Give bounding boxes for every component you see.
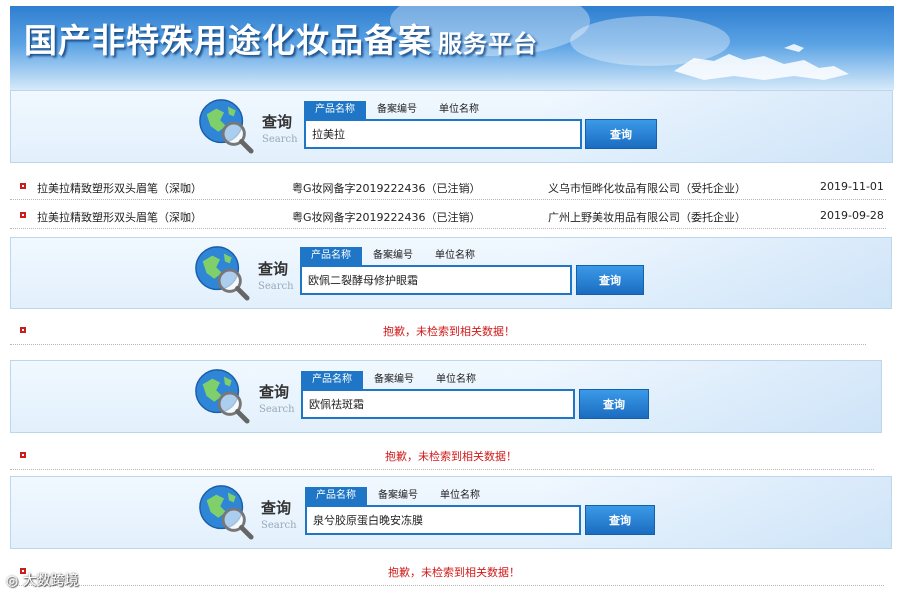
tab-record-number[interactable]: 备案编号 xyxy=(367,487,429,505)
tab-company-name[interactable]: 单位名称 xyxy=(425,371,487,389)
search-label: 查询 Search xyxy=(258,260,294,296)
no-result-row: 抱歉，未检索到相关数据！ xyxy=(10,441,874,470)
search-panel: 查询 Search 产品名称 备案编号 单位名称 查询 xyxy=(10,237,892,309)
no-result-message: 抱歉，未检索到相关数据！ xyxy=(388,566,520,579)
search-input[interactable] xyxy=(301,389,575,419)
watermark-text: 大数跨境 xyxy=(22,573,79,589)
page-title: 国产非特殊用途化妆品备案 服务平台 xyxy=(24,14,538,62)
page-title-sub: 服务平台 xyxy=(438,29,538,58)
tab-product-name[interactable]: 产品名称 xyxy=(305,487,367,505)
result-record-number: 粤G妆网备字2019222436（已注销） xyxy=(292,182,481,195)
search-button[interactable]: 查询 xyxy=(576,265,644,295)
header-banner: 国产非特殊用途化妆品备案 服务平台 xyxy=(10,6,894,90)
watermark: ◎ 大数跨境 xyxy=(6,570,79,590)
search-input[interactable] xyxy=(305,505,581,535)
search-input[interactable] xyxy=(304,119,582,149)
result-record-number: 粤G妆网备字2019222436（已注销） xyxy=(292,211,481,224)
search-label-en: Search xyxy=(258,281,294,292)
tab-record-number[interactable]: 备案编号 xyxy=(362,247,424,265)
no-result-message: 抱歉，未检索到相关数据！ xyxy=(385,450,517,463)
bullet-icon xyxy=(20,452,26,458)
globe-magnifier-icon xyxy=(199,485,254,540)
result-company: 广州上野美妆用品有限公司（委托企业） xyxy=(548,211,746,224)
tab-company-name[interactable]: 单位名称 xyxy=(429,487,491,505)
globe-magnifier-icon xyxy=(199,99,254,154)
no-result-row: 抱歉，未检索到相关数据！ xyxy=(10,557,884,586)
watermark-logo-icon: ◎ xyxy=(6,573,23,589)
tab-record-number[interactable]: 备案编号 xyxy=(366,101,428,119)
search-tabs: 产品名称 备案编号 单位名称 xyxy=(304,101,490,119)
result-company: 义乌市恒晔化妆品有限公司（受托企业） xyxy=(548,182,746,195)
search-input[interactable] xyxy=(300,265,572,295)
world-map-decoration xyxy=(674,44,849,80)
search-panel: 查询 Search 产品名称 备案编号 单位名称 查询 xyxy=(10,360,882,433)
tab-company-name[interactable]: 单位名称 xyxy=(424,247,486,265)
no-result-row: 抱歉，未检索到相关数据！ xyxy=(10,316,866,345)
no-result-message: 抱歉，未检索到相关数据！ xyxy=(383,325,515,338)
search-tabs: 产品名称 备案编号 单位名称 xyxy=(300,247,486,265)
search-label-en: Search xyxy=(259,404,295,415)
tab-company-name[interactable]: 单位名称 xyxy=(428,101,490,119)
search-label-en: Search xyxy=(261,520,297,531)
search-label-cn: 查询 xyxy=(262,113,293,131)
search-tabs: 产品名称 备案编号 单位名称 xyxy=(305,487,491,505)
table-row[interactable]: 拉美拉精致塑形双头眉笔（深咖） 粤G妆网备字2019222436（已注销） 义乌… xyxy=(10,173,886,200)
tab-product-name[interactable]: 产品名称 xyxy=(304,101,366,119)
bullet-icon xyxy=(20,183,26,189)
tab-record-number[interactable]: 备案编号 xyxy=(363,371,425,389)
search-panel: 查询 Search 产品名称 备案编号 单位名称 查询 xyxy=(10,90,893,163)
page-title-main: 国产非特殊用途化妆品备案 xyxy=(24,21,432,60)
bullet-icon xyxy=(20,327,26,333)
search-button[interactable]: 查询 xyxy=(579,389,649,419)
search-label-cn: 查询 xyxy=(258,260,289,278)
search-button[interactable]: 查询 xyxy=(585,505,655,535)
result-date: 2019-09-28 xyxy=(820,209,884,222)
result-product[interactable]: 拉美拉精致塑形双头眉笔（深咖） xyxy=(37,180,202,196)
globe-magnifier-icon xyxy=(195,246,250,301)
globe-magnifier-icon xyxy=(195,369,250,424)
search-panel: 查询 Search 产品名称 备案编号 单位名称 查询 xyxy=(10,476,892,549)
search-button[interactable]: 查询 xyxy=(585,119,657,149)
table-row[interactable]: 拉美拉精致塑形双头眉笔（深咖） 粤G妆网备字2019222436（已注销） 广州… xyxy=(10,202,886,229)
search-label: 查询 Search xyxy=(259,383,295,419)
result-date: 2019-11-01 xyxy=(820,180,884,193)
tab-product-name[interactable]: 产品名称 xyxy=(301,371,363,389)
search-label-en: Search xyxy=(262,134,298,145)
result-product[interactable]: 拉美拉精致塑形双头眉笔（深咖） xyxy=(37,209,202,225)
search-label: 查询 Search xyxy=(261,499,297,535)
bullet-icon xyxy=(20,212,26,218)
search-label-cn: 查询 xyxy=(261,499,292,517)
search-label-cn: 查询 xyxy=(259,383,290,401)
tab-product-name[interactable]: 产品名称 xyxy=(300,247,362,265)
search-tabs: 产品名称 备案编号 单位名称 xyxy=(301,371,487,389)
search-label: 查询 Search xyxy=(262,113,298,149)
